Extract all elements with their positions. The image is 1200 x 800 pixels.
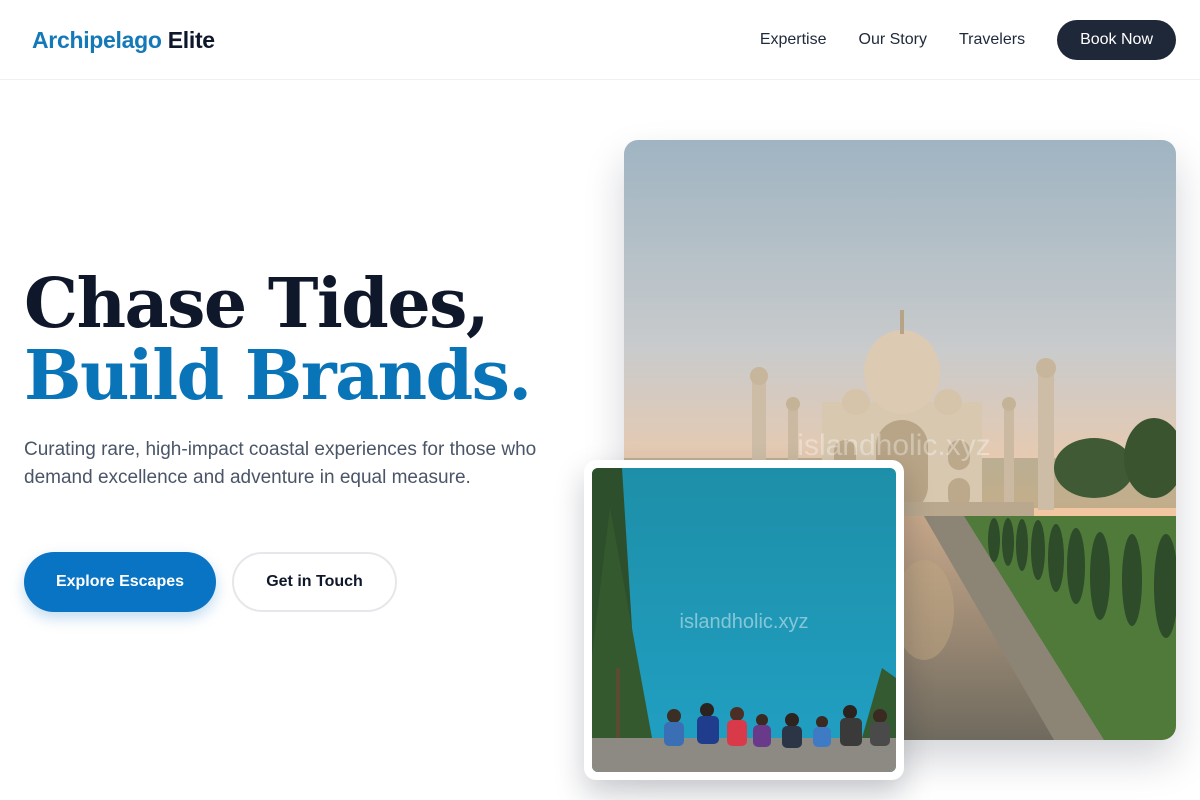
main-nav: Expertise Our Story Travelers Book Now (760, 20, 1176, 60)
hero-subtitle: Curating rare, high-impact coastal exper… (24, 439, 537, 488)
hero-title: Chase Tides, Build Brands. (24, 268, 584, 412)
lake-hikers-illustration: islandholic.xyz (592, 468, 896, 772)
nav-link-our-story[interactable]: Our Story (859, 20, 927, 60)
hero-title-line2: Build Brands. (24, 336, 532, 416)
site-header: Archipelago Elite Expertise Our Story Tr… (0, 0, 1200, 80)
inset-destination-photo: islandholic.xyz (592, 468, 896, 772)
brand-name-part1: Archipelago (32, 27, 162, 53)
nav-link-travelers[interactable]: Travelers (959, 20, 1025, 60)
nav-link-expertise[interactable]: Expertise (760, 20, 827, 60)
inset-photo-watermark: islandholic.xyz (680, 611, 809, 633)
explore-escapes-button[interactable]: Explore Escapes (24, 552, 216, 612)
main-photo-watermark: islandholic.xyz (797, 429, 990, 462)
inset-photo-card: islandholic.xyz (584, 460, 904, 780)
book-now-button[interactable]: Book Now (1057, 20, 1176, 60)
brand-logo[interactable]: Archipelago Elite (32, 25, 215, 55)
hero-title-line1: Chase Tides, (24, 264, 490, 344)
brand-name-part2: Elite (167, 27, 215, 53)
get-in-touch-button[interactable]: Get in Touch (232, 552, 397, 612)
